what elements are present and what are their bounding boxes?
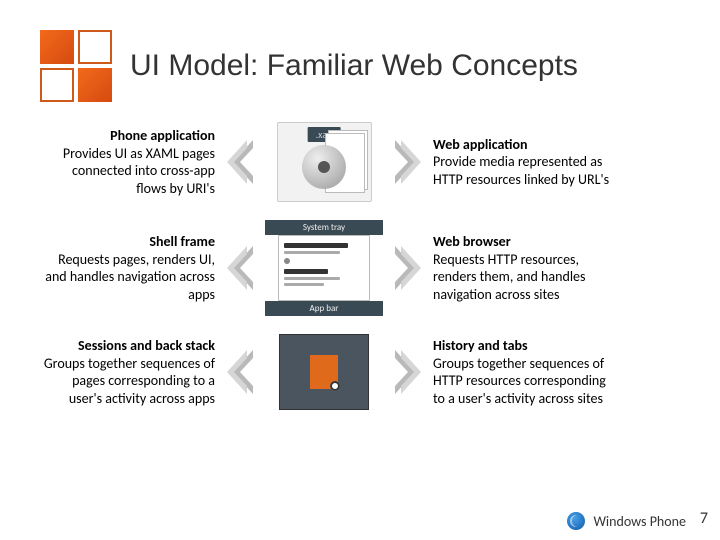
arrow-left-icon — [225, 342, 255, 402]
left-head-1: Phone application — [110, 127, 215, 144]
center-illustration-1: .xap — [265, 122, 383, 202]
arrow-left-icon — [225, 132, 255, 192]
right-head-3: History and tabs — [433, 337, 528, 354]
right-body-3: Groups together sequences of HTTP resour… — [433, 355, 606, 407]
brand-label: Windows Phone — [593, 513, 686, 530]
row-2: Shell frame Requests pages, renders UI, … — [40, 220, 680, 316]
app-bar-label: App bar — [265, 301, 383, 316]
left-body-1: Provides UI as XAML pages connected into… — [63, 145, 215, 197]
right-text-1: Web application Provide media represente… — [433, 136, 613, 189]
left-text-2: Shell frame Requests pages, renders UI, … — [40, 233, 215, 303]
logo-icon — [40, 30, 112, 102]
right-body-2: Requests HTTP resources, renders them, a… — [433, 251, 585, 303]
page-number: 7 — [700, 509, 708, 528]
footer-brand: Windows Phone — [567, 512, 686, 530]
left-head-3: Sessions and back stack — [78, 337, 215, 354]
left-body-2: Requests pages, renders UI, and handles … — [45, 251, 215, 303]
row-1: Phone application Provides UI as XAML pa… — [40, 122, 680, 202]
arrow-right-icon — [393, 238, 423, 298]
arrow-right-icon — [393, 132, 423, 192]
header: UI Model: Familiar Web Concepts — [40, 30, 680, 102]
page-title: UI Model: Familiar Web Concepts — [130, 49, 578, 83]
left-text-1: Phone application Provides UI as XAML pa… — [40, 127, 215, 197]
center-illustration-3 — [265, 334, 383, 410]
system-tray-label: System tray — [265, 220, 383, 235]
right-body-1: Provide media represented as HTTP resour… — [433, 153, 609, 188]
left-body-3: Groups together sequences of pages corre… — [44, 355, 215, 407]
arrow-right-icon — [393, 342, 423, 402]
right-head-2: Web browser — [433, 233, 511, 250]
right-text-3: History and tabs Groups together sequenc… — [433, 337, 613, 407]
slide: UI Model: Familiar Web Concepts Phone ap… — [0, 0, 720, 540]
right-head-1: Web application — [433, 136, 528, 153]
left-head-2: Shell frame — [149, 233, 215, 250]
phone-screenshot-icon — [278, 235, 370, 301]
row-3: Sessions and back stack Groups together … — [40, 334, 680, 410]
windows-phone-icon — [567, 512, 585, 530]
arrow-left-icon — [225, 238, 255, 298]
center-illustration-2: System tray App bar — [265, 220, 383, 316]
content-rows: Phone application Provides UI as XAML pa… — [40, 122, 680, 410]
xap-package-icon: .xap — [277, 122, 372, 202]
tab-stack-icon — [279, 334, 369, 410]
left-text-3: Sessions and back stack Groups together … — [40, 337, 215, 407]
right-text-2: Web browser Requests HTTP resources, ren… — [433, 233, 613, 303]
